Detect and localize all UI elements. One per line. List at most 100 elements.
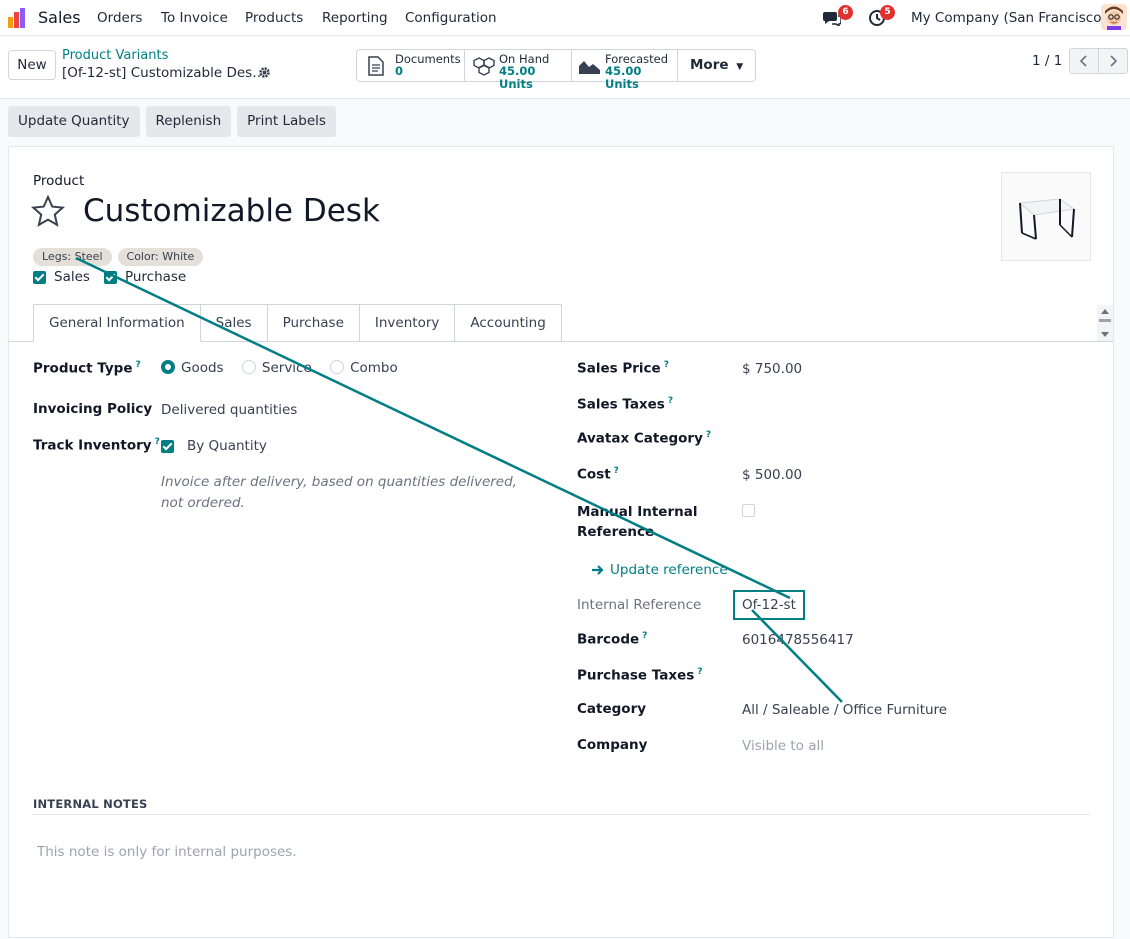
cost-input[interactable]: $ 500.00	[742, 467, 802, 483]
menu-reporting[interactable]: Reporting	[322, 10, 388, 26]
pager-next-button[interactable]	[1098, 48, 1128, 74]
category-label: Category	[577, 701, 647, 717]
avatax-category-label: Avatax Category?	[577, 430, 712, 447]
track-inventory-checkbox[interactable]	[161, 439, 174, 453]
product-type-goods-label: Goods	[181, 360, 224, 376]
cost-label: Cost?	[577, 466, 619, 483]
forecasted-smart-button[interactable]: Forecasted 45.00 Units	[572, 50, 678, 91]
on-hand-smart-button[interactable]: On Hand 45.00 Units	[465, 50, 572, 91]
menu-products[interactable]: Products	[245, 10, 303, 26]
product-type-goods-radio[interactable]	[161, 360, 175, 374]
chevron-left-icon	[1079, 55, 1087, 67]
product-type-service-radio[interactable]	[241, 360, 256, 374]
form-tabs: General Information Sales Purchase Inven…	[33, 304, 562, 342]
product-type-radio-group: Goods Service Combo	[161, 360, 398, 376]
document-icon	[368, 56, 384, 76]
new-button[interactable]: New	[8, 50, 56, 80]
user-avatar[interactable]	[1101, 4, 1127, 30]
area-chart-icon	[579, 61, 600, 74]
sales-taxes-input[interactable]	[742, 396, 1082, 414]
cubes-icon	[473, 57, 495, 76]
invoicing-policy-label: Invoicing Policy	[33, 401, 153, 417]
category-input[interactable]: All / Saleable / Office Furniture	[742, 702, 947, 718]
help-icon[interactable]: ?	[614, 466, 619, 476]
can-be-purchased-label: Purchase	[124, 269, 187, 285]
internal-notes-editor[interactable]: This note is only for internal purposes.	[37, 844, 297, 860]
menu-orders[interactable]: Orders	[97, 10, 142, 26]
gear-icon[interactable]	[258, 66, 271, 79]
tabs-scrollbar[interactable]	[1097, 305, 1113, 341]
sales-taxes-label: Sales Taxes?	[577, 396, 674, 413]
help-icon[interactable]: ?	[664, 360, 669, 370]
product-name[interactable]: Customizable Desk	[83, 193, 380, 229]
form-sheet: Product Customizable Desk Legs: Steel Co…	[8, 146, 1114, 938]
track-inventory-label: Track Inventory?	[33, 437, 160, 454]
product-type-service-label: Service	[261, 360, 312, 376]
product-type-label: Product Type?	[33, 360, 141, 377]
scroll-down-arrow[interactable]	[1101, 332, 1109, 337]
tab-accounting[interactable]: Accounting	[455, 304, 562, 342]
product-type-combo-radio[interactable]	[330, 360, 345, 374]
control-panel: New Product Variants [Of-12-st] Customiz…	[0, 37, 1130, 99]
internal-notes-title: INTERNAL NOTES	[33, 797, 148, 811]
track-inventory-mode-select[interactable]: By Quantity	[187, 438, 267, 454]
documents-label: Documents	[395, 52, 461, 66]
manual-internal-reference-checkbox[interactable]	[742, 504, 755, 517]
pager-previous-button[interactable]	[1069, 48, 1099, 74]
help-icon[interactable]: ?	[697, 667, 702, 677]
can-be-sold-checkbox[interactable]	[33, 270, 46, 284]
company-switcher[interactable]: My Company (San Francisco)	[911, 10, 1107, 26]
menu-to-invoice[interactable]: To Invoice	[161, 10, 228, 26]
pager-value[interactable]: 1 / 1	[1032, 53, 1062, 69]
tab-purchase[interactable]: Purchase	[267, 304, 360, 342]
help-icon[interactable]: ?	[706, 430, 711, 440]
avatax-category-input[interactable]	[742, 430, 1082, 448]
attribute-tag-legs[interactable]: Legs: Steel	[33, 248, 112, 266]
forecasted-value: 45.00 Units	[605, 64, 642, 91]
replenish-button[interactable]: Replenish	[145, 106, 232, 137]
on-hand-label: On Hand	[499, 52, 550, 66]
app-name[interactable]: Sales	[38, 8, 81, 27]
help-icon[interactable]: ?	[155, 437, 160, 447]
help-icon[interactable]: ?	[135, 360, 140, 370]
documents-smart-button[interactable]: Documents 0	[357, 50, 465, 81]
tab-sales[interactable]: Sales	[200, 304, 268, 342]
breadcrumb-parent[interactable]: Product Variants	[62, 48, 168, 63]
purchase-taxes-label: Purchase Taxes?	[577, 667, 703, 684]
sales-price-label: Sales Price?	[577, 360, 669, 377]
invoicing-policy-select[interactable]: Delivered quantities	[161, 402, 297, 418]
help-icon[interactable]: ?	[642, 631, 647, 641]
print-labels-button[interactable]: Print Labels	[237, 106, 336, 137]
sales-app-icon[interactable]	[8, 8, 28, 28]
product-type-combo-label: Combo	[350, 360, 398, 376]
company-label: Company	[577, 737, 648, 753]
scroll-up-arrow[interactable]	[1101, 309, 1109, 314]
tab-general-information[interactable]: General Information	[33, 304, 201, 342]
menu-configuration[interactable]: Configuration	[405, 10, 497, 26]
sales-price-input[interactable]: $ 750.00	[742, 361, 802, 377]
update-quantity-button[interactable]: Update Quantity	[8, 106, 140, 137]
caret-down-icon: ▼	[736, 62, 744, 72]
product-image[interactable]	[1001, 172, 1091, 261]
can-be-purchased-checkbox[interactable]	[103, 270, 117, 284]
product-flags: Sales Purchase	[33, 269, 200, 285]
scroll-thumb[interactable]	[1099, 319, 1111, 322]
help-icon[interactable]: ?	[668, 396, 673, 406]
tab-inventory[interactable]: Inventory	[359, 304, 456, 342]
internal-reference-highlight	[733, 590, 805, 620]
more-button[interactable]: More ▼	[678, 50, 755, 81]
update-reference-button[interactable]: Update reference	[591, 562, 728, 578]
track-inventory-field: By Quantity	[161, 438, 267, 454]
company-input[interactable]: Visible to all	[742, 738, 824, 754]
breadcrumb-current: [Of-12-st] Customizable Des…	[62, 65, 266, 81]
on-hand-value: 45.00 Units	[499, 64, 536, 91]
forecasted-label: Forecasted	[605, 52, 669, 66]
barcode-input[interactable]: 6016478556417	[742, 632, 854, 648]
top-navbar: Sales Orders To Invoice Products Reporti…	[0, 0, 1130, 36]
attribute-tag-color[interactable]: Color: White	[117, 248, 204, 266]
activities-badge: 5	[880, 5, 895, 20]
favorite-star-icon[interactable]	[31, 195, 65, 227]
barcode-label: Barcode?	[577, 631, 648, 648]
purchase-taxes-input[interactable]	[742, 667, 1082, 685]
attribute-tags: Legs: Steel Color: White	[33, 248, 204, 266]
